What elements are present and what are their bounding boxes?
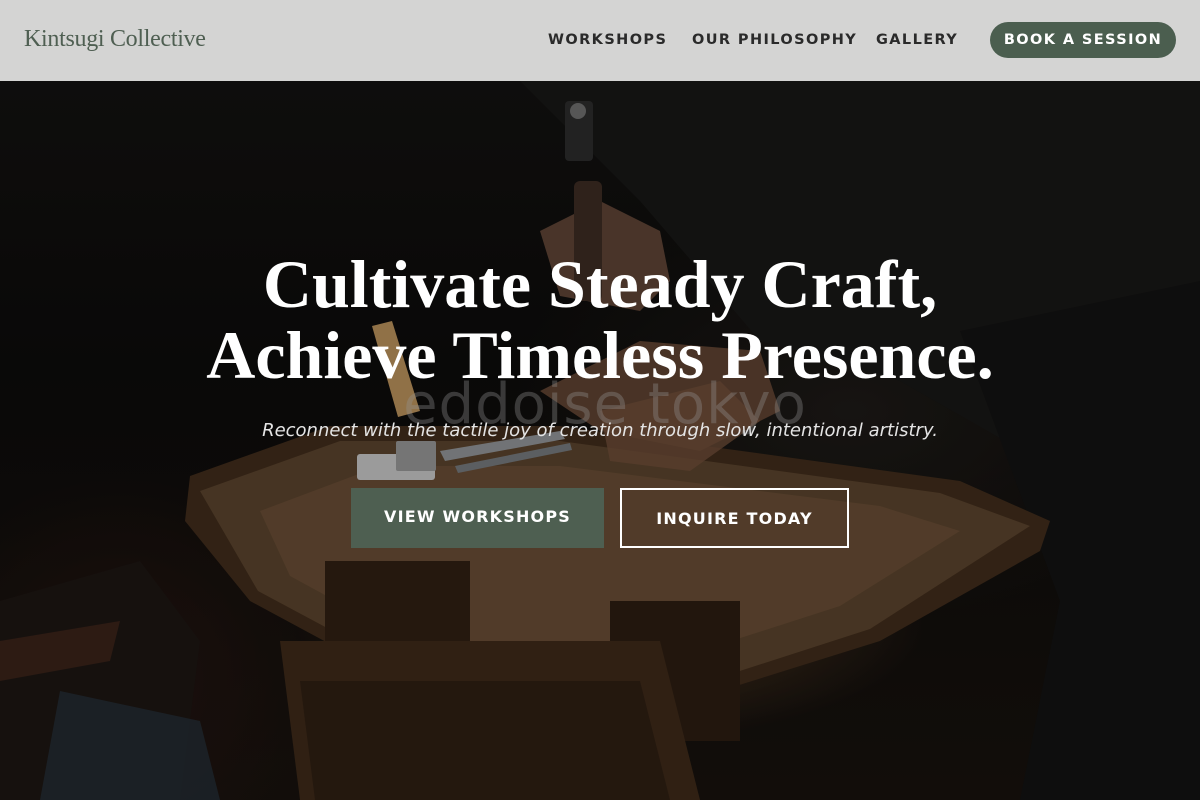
inquire-today-button[interactable]: INQUIRE TODAY: [620, 488, 849, 548]
hero-headline-line1: Cultivate Steady Craft,: [262, 246, 938, 322]
hero-headline-line2: Achieve Timeless Presence.: [206, 317, 994, 393]
view-workshops-button[interactable]: VIEW WORKSHOPS: [351, 488, 604, 548]
hero-section: eddoise tokyo Cultivate Steady Craft, Ac…: [0, 81, 1200, 800]
top-nav: Kintsugi Collective WORKSHOPS OUR PHILOS…: [0, 0, 1200, 81]
nav-link-workshops[interactable]: WORKSHOPS: [548, 33, 667, 48]
nav-link-our-philosophy[interactable]: OUR PHILOSOPHY: [692, 33, 857, 48]
hero-subtitle: Reconnect with the tactile joy of creati…: [262, 420, 938, 441]
book-session-button[interactable]: BOOK A SESSION: [990, 22, 1176, 58]
brand-logo[interactable]: Kintsugi Collective: [24, 27, 206, 51]
hero-headline: Cultivate Steady Craft, Achieve Timeless…: [0, 249, 1200, 391]
nav-link-gallery[interactable]: GALLERY: [876, 33, 958, 48]
